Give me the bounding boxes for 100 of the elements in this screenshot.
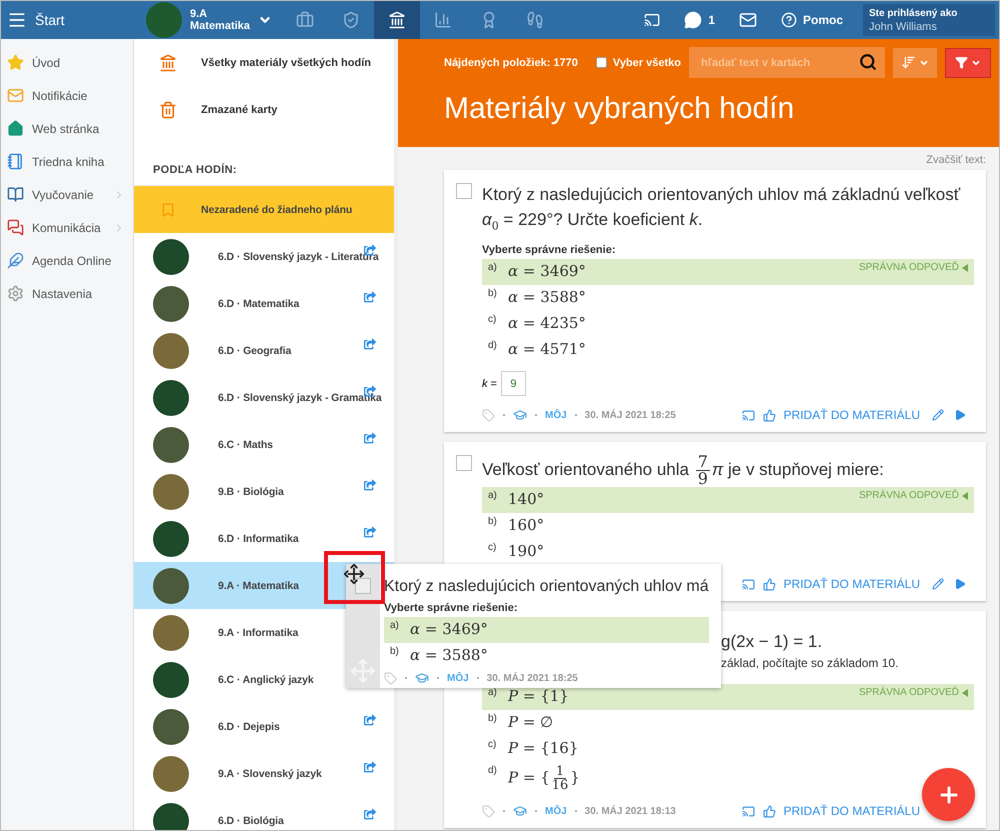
- play-icon[interactable]: [954, 578, 966, 590]
- card-checkbox[interactable]: [456, 455, 472, 472]
- sort-button[interactable]: [893, 48, 937, 78]
- lesson-item[interactable]: 6.D · Dejepis: [134, 703, 394, 750]
- date-label: 30. MÁJ 2021 18:13: [584, 806, 676, 817]
- answer-row-text: d) α = 4571°: [487, 339, 587, 360]
- cast-icon[interactable]: [742, 804, 755, 818]
- lesson-item[interactable]: 6.D · Matematika: [134, 280, 394, 327]
- nav-item[interactable]: Nastavenia: [1, 277, 133, 310]
- lesson-item[interactable]: 9.A · Slovenský jazyk: [134, 750, 394, 797]
- pen-icon: [7, 252, 24, 269]
- bank-icon: [158, 54, 176, 72]
- play-icon[interactable]: [954, 409, 966, 422]
- pencil-icon[interactable]: [932, 578, 944, 590]
- question-hint: základ, počítajte so základom 10.: [720, 656, 900, 670]
- card-checkbox[interactable]: [456, 183, 472, 199]
- lesson-item[interactable]: 6.D · Geografia: [134, 327, 394, 374]
- photo-placeholder: [153, 614, 189, 650]
- photo-placeholder: [153, 568, 189, 604]
- shield-icon: [342, 11, 360, 29]
- correct-answer-label: SPRÁVNA ODPOVEĎ: [858, 490, 968, 502]
- answer-row-text: c) α = 4235°: [487, 313, 587, 334]
- answer-row: a) α = 3469° SPRÁVNA ODPOVEĎ: [482, 259, 974, 286]
- results-count: Nájdených položiek: 1770: [444, 56, 578, 68]
- photo-placeholder: [153, 520, 189, 556]
- lesson-item[interactable]: Nezaradené do žiadneho plánu: [134, 186, 394, 233]
- bookmark-icon: [160, 202, 176, 218]
- nav-item[interactable]: Agenda Online: [1, 244, 133, 277]
- graduation-cap-icon: [513, 804, 527, 818]
- cast-icon[interactable]: [742, 408, 755, 422]
- bank-icon: [388, 11, 406, 29]
- thumbs-up-icon[interactable]: [762, 578, 776, 591]
- answer-row: a) 140° SPRÁVNA ODPOVEĎ: [482, 487, 974, 514]
- photo-placeholder: [153, 380, 189, 416]
- lesson-item[interactable]: 6.D · Slovenský jazyk - Literatúra: [134, 233, 394, 280]
- footprints-icon: [526, 11, 544, 29]
- book-icon: [7, 186, 24, 203]
- answer-row-text: c) 190°: [487, 541, 546, 562]
- class-selector[interactable]: 9.A Matematika: [134, 1, 282, 39]
- lesson-item[interactable]: 6.D · Biológia: [134, 797, 394, 830]
- briefcase-icon: [296, 11, 314, 29]
- photo-placeholder: [153, 708, 189, 744]
- mail-icon: [7, 87, 24, 104]
- help-icon: [780, 12, 797, 28]
- lesson-item[interactable]: 9.B · Biológia: [134, 468, 394, 515]
- search-icon[interactable]: [859, 53, 877, 71]
- cast-icon: [644, 12, 660, 28]
- thumbs-up-icon[interactable]: [762, 804, 776, 818]
- thumbs-up-icon[interactable]: [762, 408, 776, 422]
- sort-icon: [901, 55, 916, 70]
- page-title: Materiály vybraných hodín: [444, 92, 796, 126]
- caret-icon: [962, 688, 968, 697]
- photo-placeholder: [153, 662, 189, 698]
- card-checkbox[interactable]: [355, 578, 371, 594]
- chat-bubble-icon: [684, 11, 702, 29]
- lesson-item[interactable]: 6.D · Slovenský jazyk - Gramatika: [134, 374, 394, 421]
- photo-placeholder: [153, 802, 189, 830]
- nav-item[interactable]: Komunikácia: [1, 211, 133, 244]
- lesson-item[interactable]: 6.C · Maths: [134, 421, 394, 468]
- answer-row-text: c) P = {16}: [487, 738, 580, 760]
- answer-field[interactable]: 9: [500, 371, 526, 396]
- lesson-item[interactable]: 6.D · Informatika: [134, 515, 394, 562]
- photo-placeholder: [153, 286, 189, 322]
- messages-button[interactable]: 1: [672, 1, 727, 39]
- photo-placeholder: [153, 474, 189, 510]
- caret-icon: [962, 492, 968, 500]
- start-menu-button[interactable]: Štart: [1, 1, 134, 39]
- bar-chart-icon: [434, 11, 452, 29]
- mail-icon: [738, 11, 757, 29]
- answer-row: a) α = 3469°: [384, 617, 709, 643]
- photo-placeholder: [153, 238, 189, 274]
- user-menu[interactable]: Ste prihlásený ako John Williams: [863, 4, 995, 36]
- help-button[interactable]: Pomoc: [768, 1, 855, 39]
- pencil-icon[interactable]: [932, 409, 944, 422]
- nav-item[interactable]: Web stránka: [1, 112, 133, 145]
- photo-placeholder: [153, 426, 189, 462]
- filter-button[interactable]: [945, 48, 991, 78]
- materials-link[interactable]: Zmazané karty: [134, 86, 394, 133]
- materials-link[interactable]: Všetky materiály všetkých hodín: [134, 39, 394, 86]
- photo-placeholder: [146, 2, 182, 38]
- photo-placeholder: [153, 756, 189, 792]
- trash-icon: [158, 100, 176, 118]
- nav-item[interactable]: Triedna kniha: [1, 145, 133, 178]
- chat-icon: [7, 219, 24, 236]
- answer-row-text: b) 160°: [487, 515, 546, 536]
- bank-tab[interactable]: [374, 1, 420, 39]
- notebook-icon: [7, 153, 24, 170]
- photo-placeholder: [153, 332, 189, 368]
- cast-icon[interactable]: [742, 578, 755, 591]
- nav-item[interactable]: Úvod: [1, 46, 133, 79]
- caret-icon: [962, 264, 968, 272]
- gear-icon: [7, 285, 24, 302]
- graduation-cap-icon: [513, 408, 527, 422]
- filter-icon: [955, 56, 968, 69]
- field-label: k =: [482, 378, 497, 390]
- graduation-cap-icon: [415, 671, 429, 685]
- nav-item[interactable]: Vyučovanie: [1, 178, 133, 211]
- correct-answer-label: SPRÁVNA ODPOVEĎ: [858, 262, 968, 274]
- nav-item[interactable]: Notifikácie: [1, 79, 133, 112]
- search-field[interactable]: hľadať text v kartách: [688, 47, 885, 78]
